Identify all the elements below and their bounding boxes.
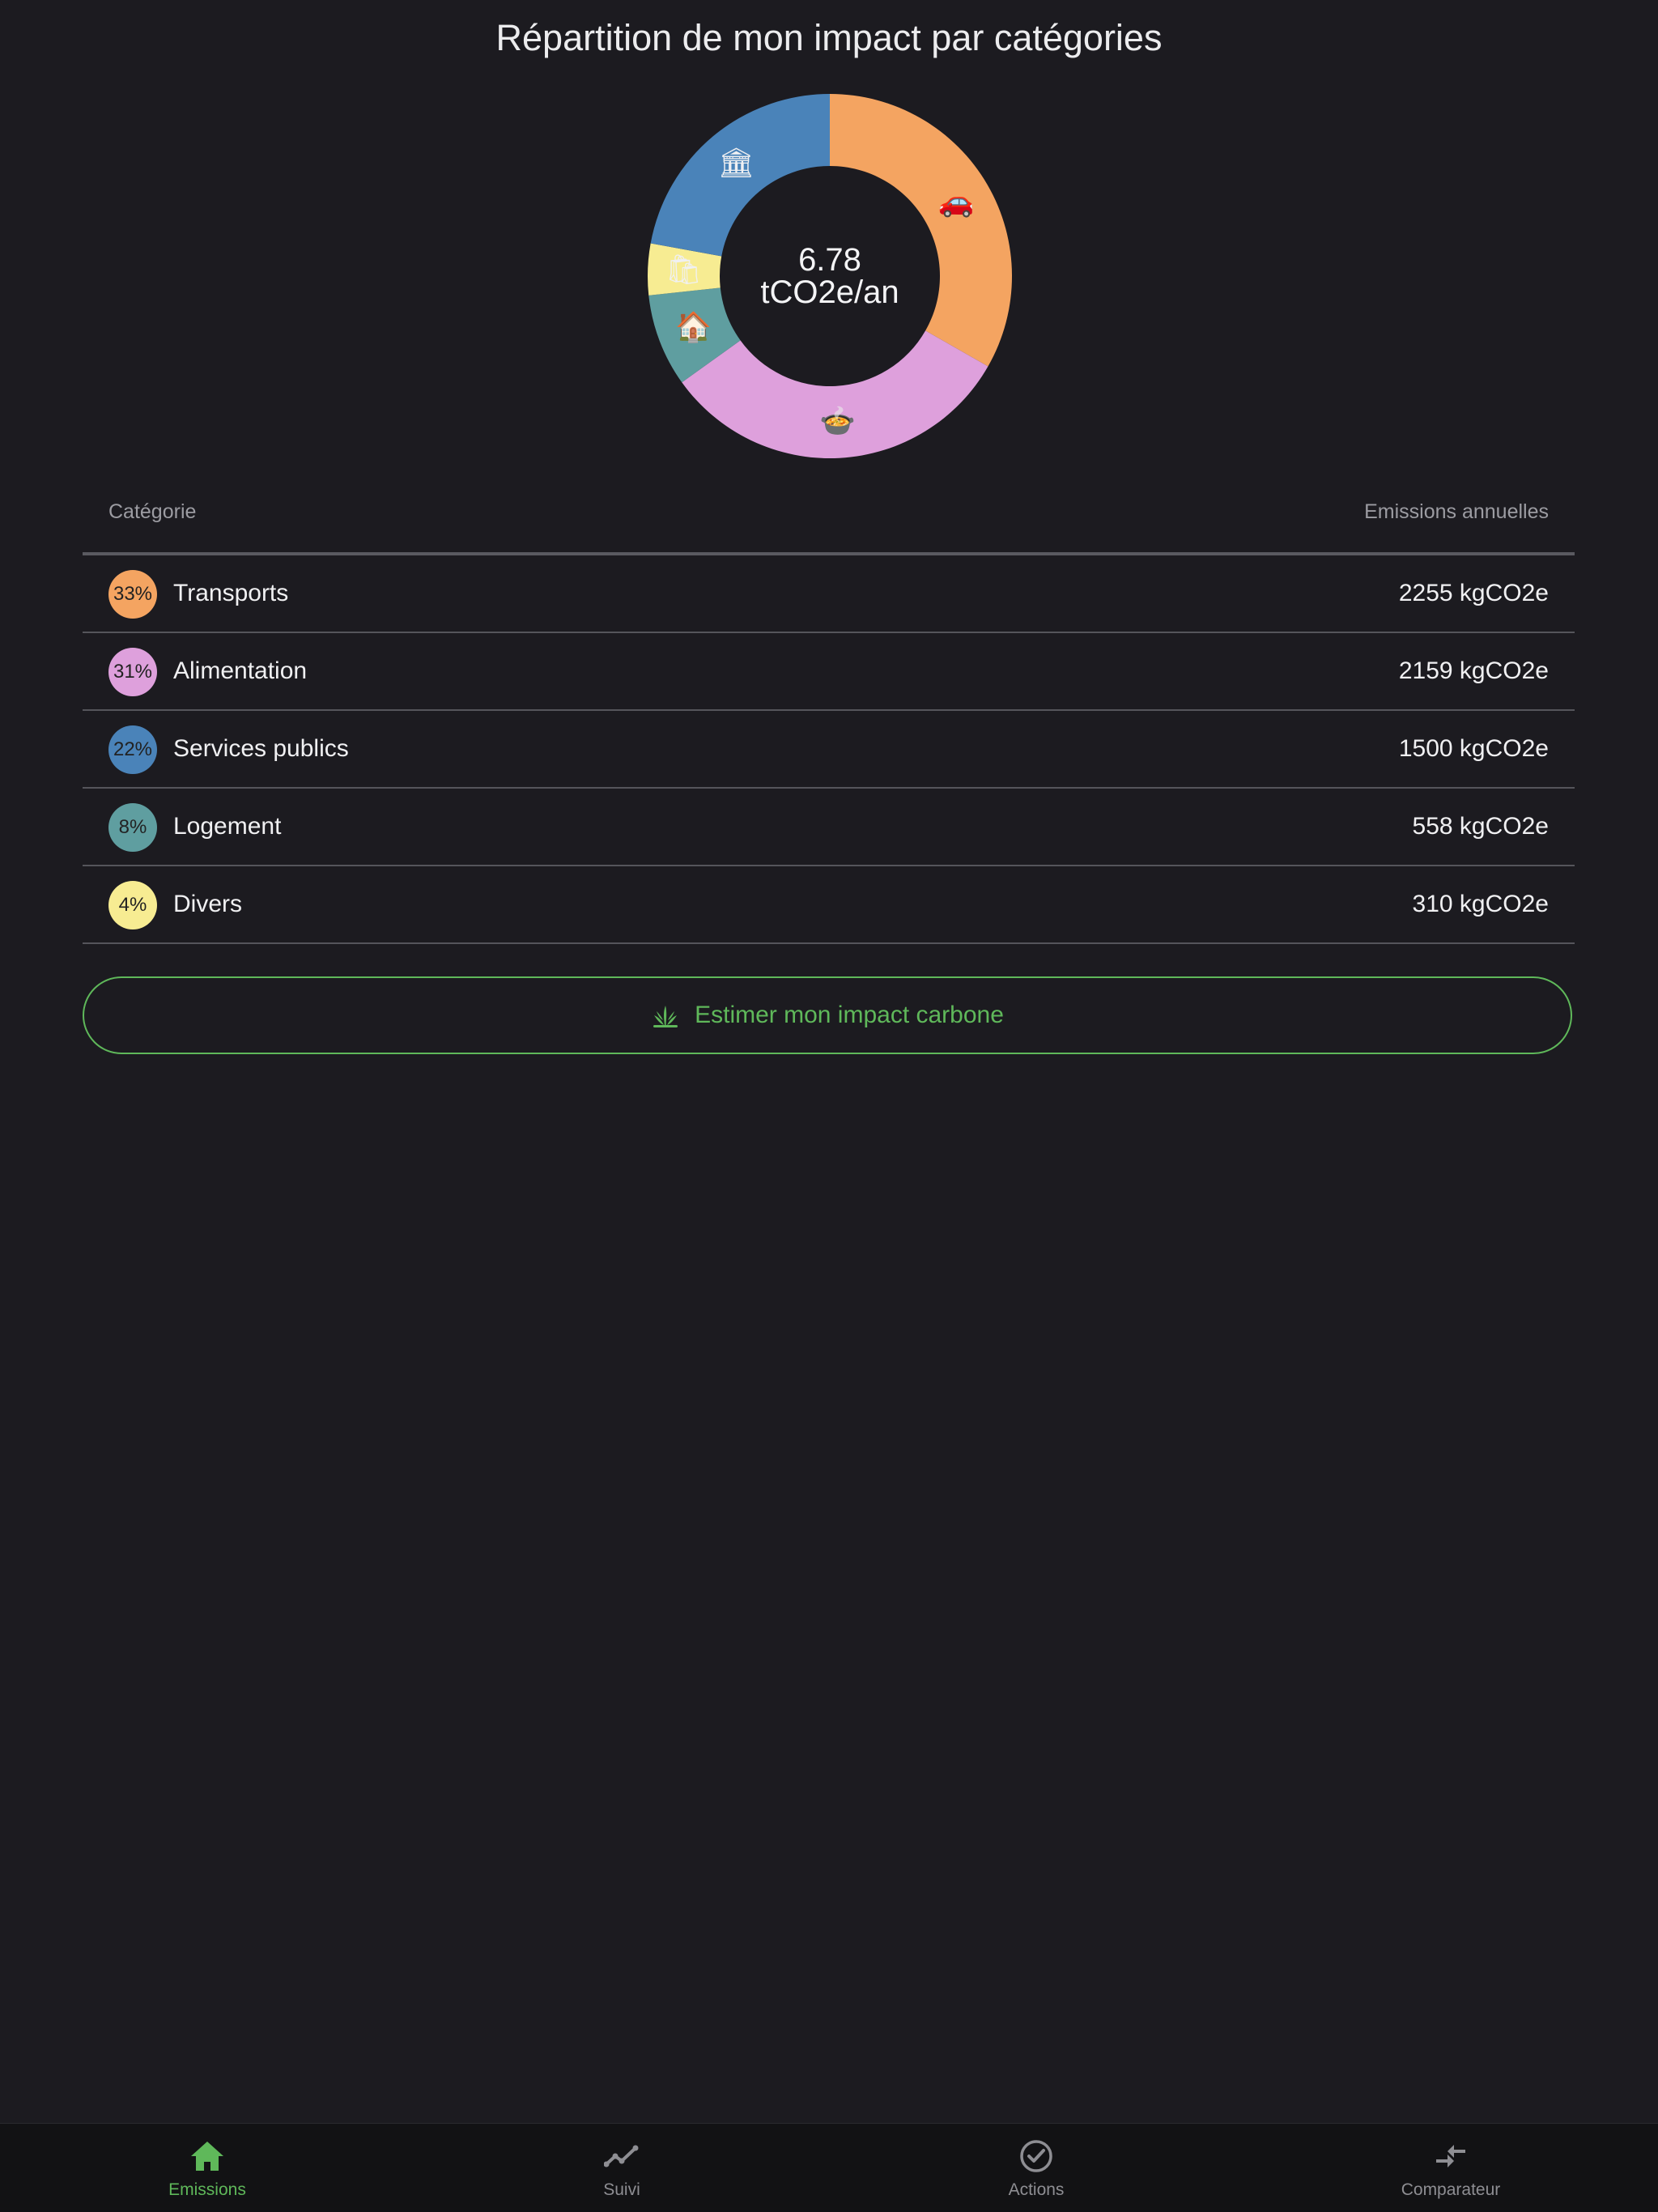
home-icon [191, 2142, 223, 2171]
sprout-icon [653, 1006, 678, 1027]
category-label: Logement [173, 813, 282, 840]
total-unit: tCO2e/an [760, 274, 899, 310]
total-value: 6.78 [798, 242, 861, 278]
emission-value: 310 kgCO2e [1412, 891, 1549, 917]
car-icon: 🚗 [937, 185, 975, 219]
tab-label: Emissions [168, 2180, 246, 2199]
trend-line-icon [604, 2145, 639, 2167]
category-label: Alimentation [173, 657, 308, 684]
emission-value: 2159 kgCO2e [1398, 657, 1549, 684]
category-label: Divers [173, 891, 243, 917]
tab-emissions[interactable]: Emissions [0, 2124, 414, 2212]
table-row[interactable]: 8% Logement 558 kgCO2e [83, 789, 1575, 866]
percent-badge: 8% [108, 803, 157, 852]
table-row[interactable]: 4% Divers 310 kgCO2e [83, 866, 1575, 944]
table-row[interactable]: 31% Alimentation 2159 kgCO2e [83, 633, 1575, 711]
percent-badge: 33% [108, 570, 157, 619]
donut-chart: 6.78 tCO2e/an 🚗 🍲 🏠 🛍 🏛 [647, 93, 1013, 459]
tab-comparateur[interactable]: Comparateur [1244, 2124, 1658, 2212]
compare-arrows-icon [1436, 2145, 1465, 2167]
emission-value: 558 kgCO2e [1412, 813, 1549, 840]
category-table: Catégorie Emissions annuelles 33% Transp… [83, 486, 1575, 944]
estimate-impact-label: Estimer mon impact carbone [695, 1002, 1004, 1028]
header-emissions: Emissions annuelles [1364, 500, 1549, 523]
food-bowl-icon: 🍲 [819, 405, 856, 439]
tab-actions[interactable]: Actions [829, 2124, 1244, 2212]
tab-label: Comparateur [1401, 2180, 1501, 2199]
percent-badge: 31% [108, 648, 157, 696]
table-row[interactable]: 22% Services publics 1500 kgCO2e [83, 711, 1575, 789]
emission-value: 1500 kgCO2e [1398, 735, 1549, 762]
estimate-impact-button[interactable]: Estimer mon impact carbone [83, 976, 1572, 1054]
header-category: Catégorie [108, 500, 197, 523]
tab-label: Suivi [603, 2180, 640, 2199]
tab-suivi[interactable]: Suivi [414, 2124, 829, 2212]
percent-badge: 22% [108, 725, 157, 774]
table-header: Catégorie Emissions annuelles [83, 486, 1575, 555]
shopping-bags-icon: 🛍 [665, 253, 703, 287]
tab-label: Actions [1008, 2180, 1065, 2199]
table-row[interactable]: 33% Transports 2255 kgCO2e [83, 555, 1575, 633]
public-building-icon: 🏛 [717, 147, 755, 181]
check-circle-icon [1020, 2140, 1052, 2172]
page-title: Répartition de mon impact par catégories [495, 17, 1163, 58]
emissions-screen: Répartition de mon impact par catégories… [0, 0, 1658, 2212]
bottom-tab-bar: Emissions Suivi Actions Comparateur [0, 2123, 1658, 2212]
percent-badge: 4% [108, 881, 157, 929]
emission-value: 2255 kgCO2e [1398, 580, 1549, 606]
category-label: Transports [173, 580, 289, 606]
house-icon: 🏠 [674, 311, 712, 345]
category-label: Services publics [173, 735, 349, 762]
